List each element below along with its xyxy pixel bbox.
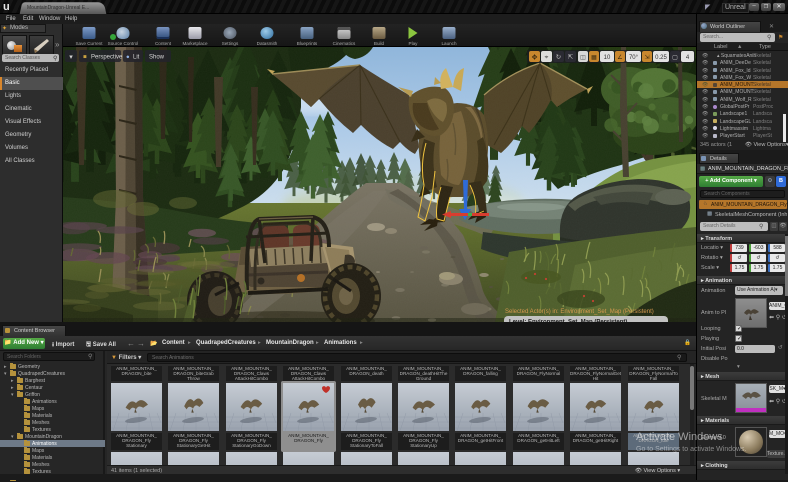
svg-text:▦: ▦: [591, 55, 597, 61]
svg-text:⌖: ⌖: [545, 54, 549, 61]
svg-text:⇱: ⇱: [568, 53, 574, 61]
svg-text:70°: 70°: [629, 55, 639, 61]
svg-text:Lit: Lit: [133, 55, 140, 61]
svg-text:⇲: ⇲: [644, 54, 649, 61]
svg-text:●: ●: [126, 55, 130, 61]
svg-text:Selected Actor(s) in: Environ: Selected Actor(s) in: Environment_Set_Ma…: [505, 309, 654, 315]
svg-text:0.25: 0.25: [655, 55, 667, 61]
svg-text:◫: ◫: [580, 55, 586, 61]
svg-text:✥: ✥: [532, 54, 538, 62]
svg-text:10: 10: [604, 55, 611, 61]
svg-text:Show: Show: [149, 55, 165, 61]
svg-text:■: ■: [83, 55, 87, 61]
svg-text:∠: ∠: [617, 54, 622, 61]
svg-text:Perspective: Perspective: [91, 55, 123, 61]
svg-text:▾: ▾: [69, 54, 73, 61]
svg-text:▢: ▢: [672, 55, 678, 61]
svg-text:↻: ↻: [556, 54, 562, 61]
